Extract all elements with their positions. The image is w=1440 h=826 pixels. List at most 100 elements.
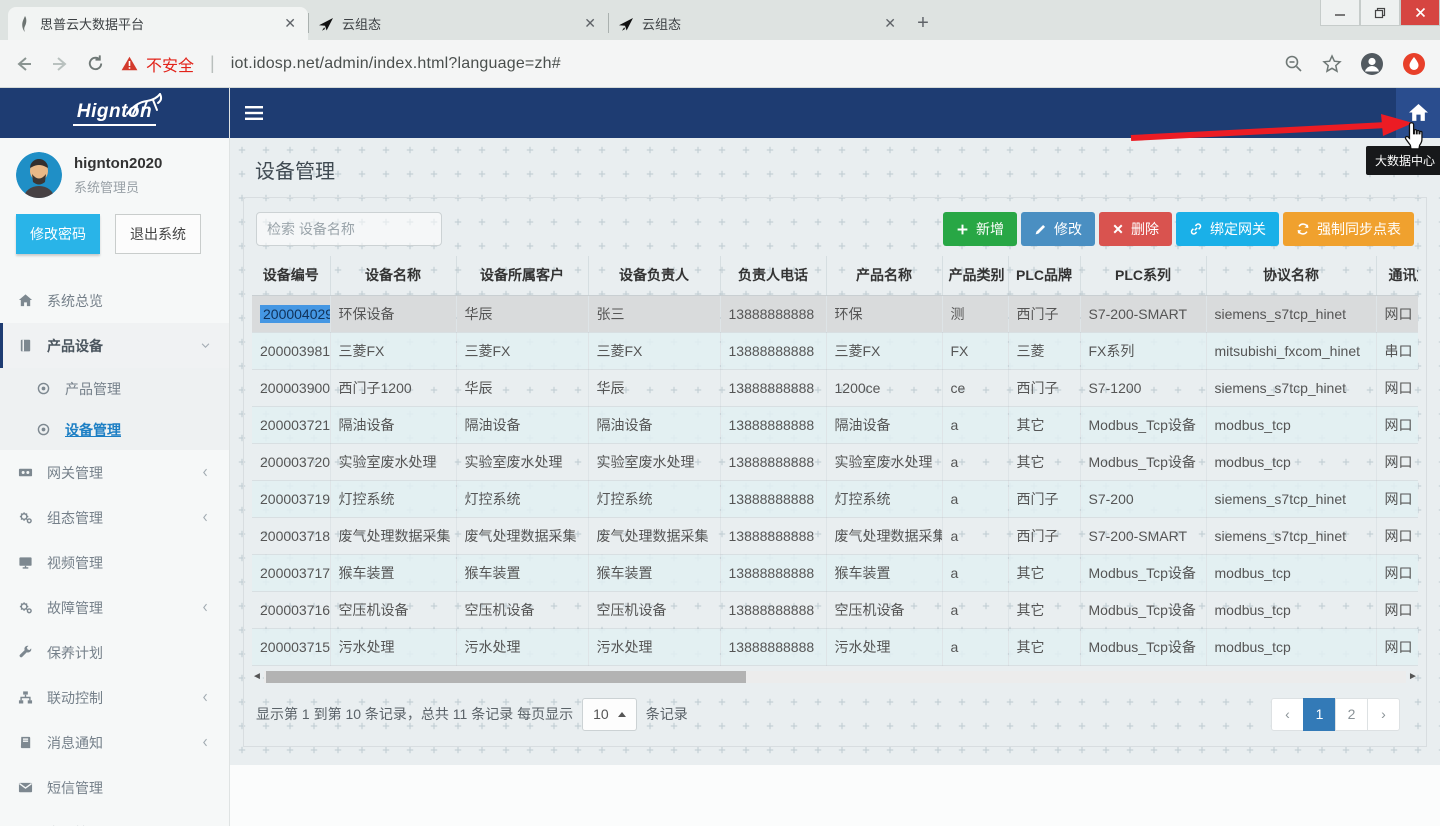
table-cell: 空压机设备 — [826, 591, 942, 628]
table-cell: 13888888888 — [720, 295, 826, 332]
table-cell: Modbus_Tcp设备 — [1080, 591, 1206, 628]
security-indicator[interactable]: 不安全 — [121, 52, 194, 76]
table-cell: 实验室废水处理 — [456, 443, 588, 480]
home-button[interactable] — [1396, 88, 1440, 138]
table-cell: 网口 — [1376, 295, 1418, 332]
table-cell: 猴车装置 — [588, 554, 720, 591]
table-row[interactable]: 200003981三菱FX三菱FX三菱FX13888888888三菱FXFX三菱… — [252, 332, 1418, 369]
table-row[interactable]: 200003900西门子1200华辰华辰138888888881200cece西… — [252, 369, 1418, 406]
table-row[interactable]: 200003716空压机设备空压机设备空压机设备13888888888空压机设备… — [252, 591, 1418, 628]
page-size-select[interactable]: 10 — [582, 698, 637, 731]
tab-title: 思普云大数据平台 — [40, 14, 274, 33]
tab-close-icon[interactable]: ✕ — [582, 15, 598, 32]
column-header[interactable]: 协议名称 — [1206, 256, 1376, 295]
sidebar-item-消息通知[interactable]: 消息通知 — [0, 720, 229, 765]
scroll-right-icon[interactable]: ► — [1408, 671, 1418, 682]
browser-tab[interactable]: 思普云大数据平台 ✕ — [8, 7, 308, 40]
reload-icon[interactable] — [86, 54, 105, 73]
table-row[interactable]: 200004029环保设备华辰张三13888888888环保测西门子S7-200… — [252, 295, 1418, 332]
button-label: 新增 — [976, 219, 1004, 239]
table-cell: siemens_s7tcp_hinet — [1206, 295, 1376, 332]
chevron-left-icon — [200, 602, 211, 613]
column-header[interactable]: 设备编号 — [252, 256, 330, 295]
profile-icon[interactable] — [1360, 52, 1384, 76]
cogs-icon — [18, 600, 34, 615]
table-cell: 实验室废水处理 — [588, 443, 720, 480]
star-icon[interactable] — [1322, 54, 1342, 74]
column-header[interactable]: 设备负责人 — [588, 256, 720, 295]
scrollbar-thumb[interactable] — [266, 671, 746, 683]
sidebar-item-组态管理[interactable]: 组态管理 — [0, 495, 229, 540]
table-cell: 200003716 — [252, 591, 330, 628]
column-header[interactable]: 设备名称 — [330, 256, 456, 295]
sidebar-item-网关管理[interactable]: 网关管理 — [0, 450, 229, 495]
page-button-2[interactable]: 2 — [1335, 698, 1368, 731]
toolbar-right-icons — [1284, 52, 1426, 76]
column-header[interactable]: 设备所属客户 — [456, 256, 588, 295]
sidebar-item-短信管理[interactable]: 短信管理 — [0, 765, 229, 810]
scrollbar-track[interactable] — [264, 671, 1406, 683]
main-column: 设备管理 新增修改删除绑定网关强制同步点表 设备编号设备名称设备所属客户设备负责… — [230, 88, 1440, 826]
column-header[interactable]: 产品名称 — [826, 256, 942, 295]
table-row[interactable]: 200003717猴车装置猴车装置猴车装置13888888888猴车装置a其它M… — [252, 554, 1418, 591]
browser-tab[interactable]: 云组态✕ — [308, 7, 608, 40]
删除-button[interactable]: 删除 — [1099, 212, 1172, 246]
column-header[interactable]: 负责人电话 — [720, 256, 826, 295]
table-row[interactable]: 200003715污水处理污水处理污水处理13888888888污水处理a其它M… — [252, 628, 1418, 665]
page-button-1[interactable]: 1 — [1303, 698, 1336, 731]
新增-button[interactable]: 新增 — [943, 212, 1017, 246]
table-cell: modbus_tcp — [1206, 591, 1376, 628]
table-row[interactable]: 200003719灯控系统灯控系统灯控系统13888888888灯控系统a西门子… — [252, 480, 1418, 517]
browser-tab[interactable]: 云组态✕ — [608, 7, 908, 40]
sidebar-item-视频管理[interactable]: 视频管理 — [0, 540, 229, 585]
table-cell: 灯控系统 — [588, 480, 720, 517]
new-tab-button[interactable]: + — [908, 8, 938, 38]
browser-logo-icon[interactable] — [1402, 52, 1426, 76]
sidebar-item-系统总览[interactable]: 系统总览 — [0, 278, 229, 323]
sidebar-item-产品管理[interactable]: 产品管理 — [0, 368, 229, 409]
table-cell: a — [942, 443, 1008, 480]
column-header[interactable]: 通讯方式 — [1376, 256, 1418, 295]
修改-button[interactable]: 修改 — [1021, 212, 1095, 246]
table-row[interactable]: 200003720实验室废水处理实验室废水处理实验室废水处理1388888888… — [252, 443, 1418, 480]
change-password-button[interactable]: 修改密码 — [16, 214, 100, 254]
column-header[interactable]: PLC系列 — [1080, 256, 1206, 295]
sidebar-item-保养计划[interactable]: 保养计划 — [0, 630, 229, 675]
column-header[interactable]: 产品类别 — [942, 256, 1008, 295]
sidebar-item-产品设备[interactable]: 产品设备 — [0, 323, 229, 368]
table-cell: 灯控系统 — [330, 480, 456, 517]
hamburger-menu-icon[interactable] — [245, 105, 265, 121]
绑定网关-button[interactable]: 绑定网关 — [1176, 212, 1279, 246]
tab-close-icon[interactable]: ✕ — [282, 15, 298, 32]
sidebar: Hignton hignton2020 系统管理员 修改密码 退出系统 系统总 — [0, 88, 230, 826]
search-input[interactable] — [256, 212, 442, 246]
table-cell: modbus_tcp — [1206, 628, 1376, 665]
page-button-›[interactable]: › — [1367, 698, 1400, 731]
forward-icon[interactable] — [50, 54, 70, 74]
table-row[interactable]: 200003721隔油设备隔油设备隔油设备13888888888隔油设备a其它M… — [252, 406, 1418, 443]
tab-close-icon[interactable]: ✕ — [882, 15, 898, 32]
sidebar-item-联动控制[interactable]: 联动控制 — [0, 675, 229, 720]
restore-button[interactable] — [1360, 0, 1400, 26]
sidebar-item-设备管理[interactable]: 设备管理 — [0, 409, 229, 450]
home-tooltip: 大数据中心 — [1366, 146, 1440, 175]
address-bar[interactable]: iot.idosp.net/admin/index.html?language=… — [231, 55, 561, 73]
back-icon[interactable] — [14, 54, 34, 74]
table-row[interactable]: 200003718废气处理数据采集废气处理数据采集废气处理数据采集1388888… — [252, 517, 1418, 554]
sidebar-item-空间管理[interactable]: 空间管理 — [0, 810, 229, 826]
table-cell: 华辰 — [588, 369, 720, 406]
zoom-out-icon[interactable] — [1284, 54, 1304, 74]
scroll-left-icon[interactable]: ◄ — [252, 671, 262, 682]
page-button-‹[interactable]: ‹ — [1271, 698, 1304, 731]
logout-button[interactable]: 退出系统 — [115, 214, 201, 254]
sidebar-item-故障管理[interactable]: 故障管理 — [0, 585, 229, 630]
table-cell: a — [942, 480, 1008, 517]
column-header[interactable]: PLC品牌 — [1008, 256, 1080, 295]
avatar[interactable] — [16, 152, 62, 198]
强制同步点表-button[interactable]: 强制同步点表 — [1283, 212, 1414, 246]
table-cell: 废气处理数据采集 — [588, 517, 720, 554]
close-button[interactable] — [1400, 0, 1440, 26]
table-cell: 环保设备 — [330, 295, 456, 332]
table-cell: siemens_s7tcp_hinet — [1206, 517, 1376, 554]
minimize-button[interactable] — [1320, 0, 1360, 26]
